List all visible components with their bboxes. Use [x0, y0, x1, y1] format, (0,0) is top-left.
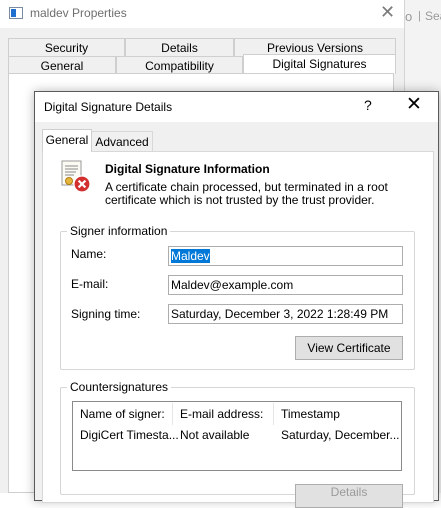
close-icon[interactable]: ✕ — [406, 94, 422, 116]
signing-time-field[interactable]: Saturday, December 3, 2022 1:28:49 PM — [168, 304, 403, 324]
certificate-error-icon — [61, 160, 91, 193]
dialog-titlebar: Digital Signature Details ? ✕ — [35, 92, 438, 122]
countersignatures-legend: Countersignatures — [67, 380, 172, 394]
tab-advanced[interactable]: Advanced — [92, 131, 153, 152]
info-heading: Digital Signature Information — [105, 162, 270, 176]
tab-security[interactable]: Security — [8, 38, 125, 57]
column-divider[interactable] — [172, 403, 173, 425]
column-divider[interactable] — [273, 403, 274, 425]
signature-details-dialog: Digital Signature Details ? ✕ General Ad… — [34, 91, 439, 508]
dialog-title: Digital Signature Details — [44, 100, 173, 114]
info-text-line2: certificate which is not trusted by the … — [105, 193, 375, 207]
info-text-line1: A certificate chain processed, but termi… — [105, 180, 388, 194]
name-label: Name: — [71, 247, 107, 261]
row-email[interactable]: Not available — [180, 428, 249, 442]
view-certificate-button[interactable]: View Certificate — [295, 336, 403, 360]
background-window-icon: o — [405, 9, 413, 24]
properties-titlebar: maldev Properties ✕ — [0, 0, 404, 28]
close-icon[interactable]: ✕ — [380, 1, 395, 23]
help-icon[interactable]: ? — [364, 97, 372, 113]
tab-digital-signatures[interactable]: Digital Signatures — [243, 54, 396, 74]
column-header-timestamp[interactable]: Timestamp — [281, 407, 340, 421]
app-icon — [9, 7, 23, 19]
background-window-search-text[interactable]: Sea — [425, 9, 441, 23]
row-signer-name[interactable]: DigiCert Timesta... — [80, 428, 179, 442]
tab-general[interactable]: General — [42, 129, 92, 152]
signer-info-legend: Signer information — [67, 224, 171, 238]
details-button[interactable]: Details — [295, 484, 403, 508]
tab-details[interactable]: Details — [125, 38, 234, 57]
signing-time-label: Signing time: — [71, 307, 141, 321]
column-header-signer[interactable]: Name of signer: — [80, 407, 165, 421]
background-window-separator: | — [418, 10, 421, 22]
countersignatures-list[interactable]: Name of signer: E-mail address: Timestam… — [72, 401, 402, 471]
row-timestamp[interactable]: Saturday, December... — [281, 428, 400, 442]
name-value: Maldev — [171, 249, 210, 263]
name-field[interactable]: Maldev — [168, 246, 403, 266]
email-field[interactable]: Maldev@example.com — [168, 275, 403, 295]
column-header-email[interactable]: E-mail address: — [180, 407, 263, 421]
email-label: E-mail: — [71, 277, 109, 291]
properties-title: maldev Properties — [30, 6, 127, 20]
